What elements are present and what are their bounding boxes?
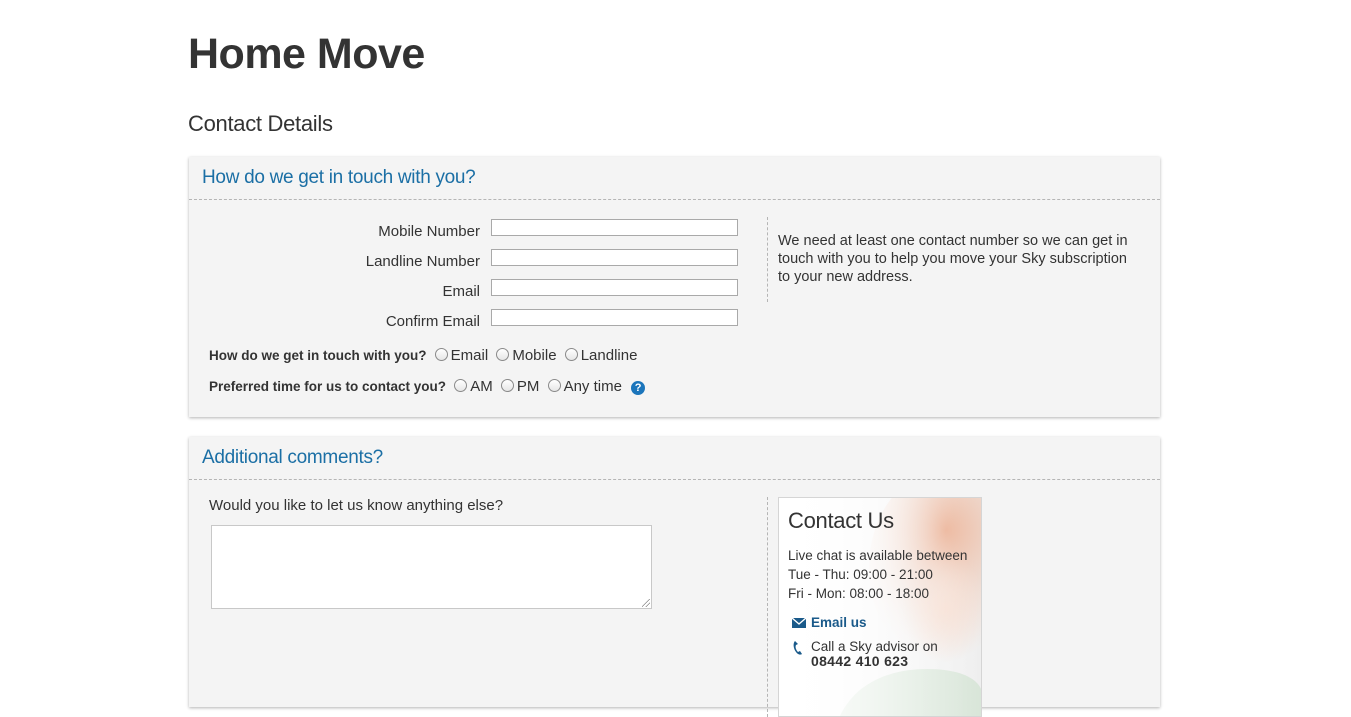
panel-header: Additional comments? xyxy=(189,437,1160,480)
contact-method-mobile-radio[interactable] xyxy=(496,348,510,361)
envelope-icon xyxy=(792,618,806,628)
section-title: Contact Details xyxy=(188,111,333,136)
landline-number-input[interactable] xyxy=(491,249,738,266)
preferred-time-question: Preferred time for us to contact you? xyxy=(209,379,447,394)
panel-heading: How do we get in touch with you? xyxy=(202,167,476,188)
confirm-email-input[interactable] xyxy=(491,309,738,326)
page-title: Home Move xyxy=(188,30,425,78)
mobile-number-label: Mobile Number xyxy=(378,223,480,240)
contact-method-question: How do we get in touch with you? xyxy=(209,348,427,363)
vertical-divider xyxy=(767,497,768,717)
phone-number: 08442 410 623 xyxy=(811,653,909,669)
email-us-link[interactable]: Email us xyxy=(811,615,867,630)
vertical-divider xyxy=(767,217,768,302)
contact-method-mobile-label: Mobile xyxy=(512,347,557,364)
preferred-time-anytime-label: Any time xyxy=(563,378,622,395)
preferred-time-am-radio[interactable] xyxy=(454,379,468,392)
page: Home Move Contact Details How do we get … xyxy=(0,0,1351,717)
contact-method-email-label: Email xyxy=(450,347,489,364)
preferred-time-am-label: AM xyxy=(470,378,493,395)
preferred-time-row: Preferred time for us to contact you? AM… xyxy=(209,378,646,395)
contact-method-email-radio[interactable] xyxy=(434,348,448,361)
comments-question: Would you like to let us know anything e… xyxy=(209,497,504,514)
email-input[interactable] xyxy=(491,279,738,296)
contact-method-landline-radio[interactable] xyxy=(564,348,578,361)
contact-details-panel: How do we get in touch with you? Mobile … xyxy=(189,157,1160,417)
contact-us-card: Contact Us Live chat is available betwee… xyxy=(778,497,982,717)
contact-us-title: Contact Us xyxy=(788,508,894,533)
mobile-number-input[interactable] xyxy=(491,219,738,236)
phone-icon xyxy=(793,641,802,655)
contact-method-landline-label: Landline xyxy=(580,347,638,364)
contact-help-text: We need at least one contact number so w… xyxy=(778,233,1128,285)
preferred-time-pm-radio[interactable] xyxy=(500,379,514,392)
additional-comments-panel: Additional comments? Would you like to l… xyxy=(189,437,1160,717)
confirm-email-label: Confirm Email xyxy=(385,313,480,330)
help-icon[interactable]: ? xyxy=(631,381,646,395)
preferred-time-pm-label: PM xyxy=(516,378,540,395)
panel-heading: Additional comments? xyxy=(202,447,383,468)
panel-header: How do we get in touch with you? xyxy=(189,157,1160,200)
landline-number-label: Landline Number xyxy=(365,253,480,270)
chat-hours-weekday: Tue - Thu: 09:00 - 21:00 xyxy=(788,567,933,582)
comments-textarea[interactable] xyxy=(211,525,652,609)
chat-hours-weekend: Fri - Mon: 08:00 - 18:00 xyxy=(788,586,930,601)
preferred-time-anytime-radio[interactable] xyxy=(547,379,561,392)
chat-availability-text: Live chat is available between xyxy=(788,548,968,563)
call-advisor-text: Call a Sky advisor on xyxy=(811,639,938,654)
contact-method-row: How do we get in touch with you? Email M… xyxy=(209,347,640,364)
email-label: Email xyxy=(442,283,480,300)
